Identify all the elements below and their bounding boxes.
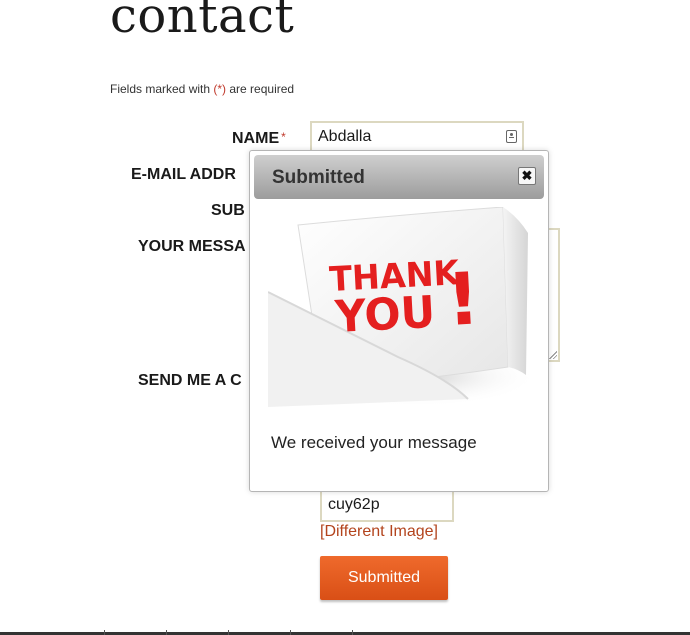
thank-you-image: THANK YOU ! [268,207,530,407]
different-image-link[interactable]: [Different Image] [320,523,438,541]
you-text: YOU [333,287,436,343]
dialog-title: Submitted [272,167,365,188]
required-asterisk: * [281,130,286,144]
message-label: YOUR MESSA [138,238,246,255]
name-label-text: NAME [232,130,280,147]
required-note-suffix: are required [226,82,295,96]
subject-label: SUB [211,202,245,219]
close-icon[interactable]: ✖ [518,167,536,185]
send-copy-label: SEND ME A C [138,372,242,389]
name-input-value: Abdalla [318,128,372,145]
required-note-prefix: Fields marked with [110,82,214,96]
divider-tick [352,630,353,635]
email-label: E-MAIL ADDR [131,166,236,183]
required-note-marker: (*) [213,82,227,96]
divider-tick [290,630,291,635]
divider-tick [228,630,229,635]
captcha-input-value: cuy62p [328,496,380,513]
exclamation-mark: ! [444,256,481,342]
divider-tick [166,630,167,635]
captcha-input[interactable]: cuy62p [320,489,454,522]
divider-tick [104,630,105,635]
page-title: contact [110,0,295,44]
required-fields-note: Fields marked with (*) are required [110,82,294,96]
name-label: NAME * [232,130,286,148]
contact-card-icon[interactable] [506,130,517,143]
resize-handle-icon[interactable] [549,351,557,359]
dialog-message: We received your message [271,433,477,452]
dialog-header: Submitted ✖ [254,155,544,199]
submitted-dialog: Submitted ✖ THANK YOU ! We received your… [249,150,549,492]
submit-button[interactable]: Submitted [320,556,448,600]
